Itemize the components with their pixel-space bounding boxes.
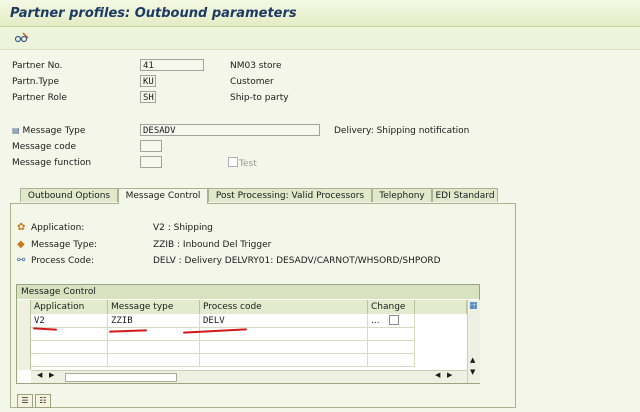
partner-no-description: NM03 store xyxy=(230,61,282,71)
column-header-application[interactable]: Application xyxy=(31,300,108,314)
info-message-type-label: Message Type: xyxy=(31,240,98,250)
info-application-label: Application: xyxy=(31,223,85,233)
table-row-4-message-type[interactable] xyxy=(108,354,200,367)
table-row-4-change[interactable] xyxy=(368,354,415,367)
title-bar: Partner profiles: Outbound parameters xyxy=(0,0,640,27)
table-row-1-change[interactable] xyxy=(368,315,415,328)
message-code-label: Message code xyxy=(12,142,77,152)
message-control-panel: ✿ Application: V2 : Shipping ◆ Message T… xyxy=(10,203,516,408)
partner-type-label: Partn.Type xyxy=(12,77,60,87)
tab-outbound-options[interactable]: Outbound Options xyxy=(20,188,118,202)
partner-type-field[interactable]: KU xyxy=(140,75,156,87)
table-row-2-change[interactable] xyxy=(368,328,415,341)
table-row-2-application[interactable] xyxy=(31,328,108,341)
table-vertical-scrollbar[interactable]: ▦ ▲ ▼ xyxy=(467,300,480,383)
table-row-1-change-checkbox[interactable] xyxy=(389,315,399,325)
message-type-icon: ◆ xyxy=(17,239,25,250)
scroll-up-icon[interactable]: ▲ xyxy=(470,356,475,364)
column-header-process-code[interactable]: Process code xyxy=(200,300,368,314)
table-row-1-message-type[interactable]: ZZIB xyxy=(108,315,200,328)
display-change-icon[interactable] xyxy=(14,31,30,45)
scroll-left-icon[interactable]: ◀ xyxy=(37,371,42,379)
partner-no-field[interactable]: 41 xyxy=(140,59,204,71)
message-code-field[interactable] xyxy=(140,140,162,152)
table-row-3-change[interactable] xyxy=(368,341,415,354)
scroll-right-end-icon[interactable]: ▶ xyxy=(447,371,452,379)
test-checkbox-label: Test xyxy=(239,159,257,169)
partner-type-description: Customer xyxy=(230,77,274,87)
process-code-icon: ⚯ xyxy=(17,255,26,266)
scroll-right-icon[interactable]: ▶ xyxy=(49,371,54,379)
test-checkbox-box[interactable] xyxy=(228,157,238,167)
tab-post-processing[interactable]: Post Processing: Valid Processors xyxy=(208,188,372,202)
message-type-label-group: ▤ Message Type xyxy=(12,126,85,136)
tab-telephony[interactable]: Telephony xyxy=(372,188,432,202)
table-horizontal-scrollbar[interactable]: ◀ ▶ ◀ ▶ xyxy=(31,370,467,383)
column-header-change[interactable]: Change ... xyxy=(368,300,415,326)
column-header-filler xyxy=(415,300,467,314)
info-process-code-value: DELV : Delivery DELVRY01: DESADV/CARNOT/… xyxy=(153,256,441,266)
table-row-1-process-code[interactable]: DELV xyxy=(200,315,368,328)
table-row-4-application[interactable] xyxy=(31,354,108,367)
message-type-field[interactable]: DESADV xyxy=(140,124,320,136)
message-function-field[interactable] xyxy=(140,156,162,168)
application-toolbar xyxy=(0,27,640,50)
deselect-all-icon: ☷ xyxy=(39,396,47,405)
horizontal-scroll-thumb[interactable] xyxy=(65,373,177,382)
info-application-value: V2 : Shipping xyxy=(153,223,213,233)
deselect-all-rows-button[interactable]: ☷ xyxy=(35,394,51,408)
column-settings-icon[interactable]: ▦ xyxy=(469,301,478,311)
table-row-3-application[interactable] xyxy=(31,341,108,354)
table-row-4-process-code[interactable] xyxy=(200,354,368,367)
partner-no-label: Partner No. xyxy=(12,61,63,71)
table-row-3-process-code[interactable] xyxy=(200,341,368,354)
page-title: Partner profiles: Outbound parameters xyxy=(10,6,297,21)
tab-edi-standard[interactable]: EDI Standard xyxy=(432,188,498,202)
table-caption: Message Control xyxy=(17,285,479,299)
application-icon: ✿ xyxy=(17,222,26,233)
partner-role-field[interactable]: SH xyxy=(140,91,156,103)
column-header-message-type[interactable]: Message type xyxy=(108,300,200,314)
select-all-icon: ☰ xyxy=(21,396,29,405)
scroll-left-end-icon[interactable]: ◀ xyxy=(435,371,440,379)
scroll-down-icon[interactable]: ▼ xyxy=(470,368,475,376)
message-control-table: Message Control Application Message type… xyxy=(16,284,480,384)
table-row-3-message-type[interactable] xyxy=(108,341,200,354)
test-checkbox[interactable]: Test xyxy=(228,157,257,169)
row-selector-column[interactable] xyxy=(17,300,31,370)
select-all-rows-button[interactable]: ☰ xyxy=(17,394,33,408)
info-process-code-label: Process Code: xyxy=(31,256,95,266)
key-field-icon: ▤ xyxy=(12,126,20,135)
message-type-description: Delivery: Shipping notification xyxy=(334,126,470,136)
partner-role-description: Ship-to party xyxy=(230,93,289,103)
tab-message-control[interactable]: Message Control xyxy=(118,188,208,204)
info-message-type-value: ZZIB : Inbound Del Trigger xyxy=(153,240,272,250)
table-row-1-application[interactable]: V2 xyxy=(31,315,108,328)
partner-role-label: Partner Role xyxy=(12,93,67,103)
message-type-label: Message Type xyxy=(22,126,86,136)
message-function-label: Message function xyxy=(12,158,92,168)
